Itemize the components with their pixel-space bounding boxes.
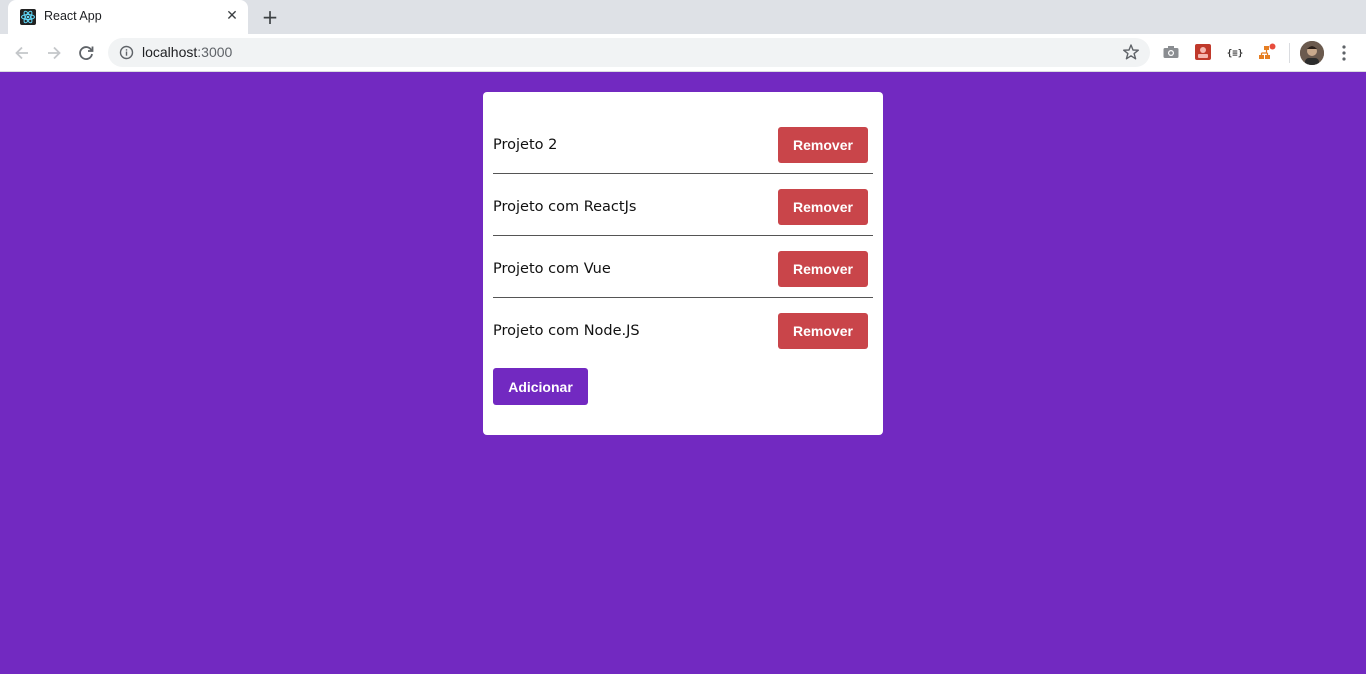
tab-title: React App [44, 9, 102, 23]
address-bar[interactable]: localhost:3000 [108, 38, 1150, 67]
projects-card: Projeto 2 Remover Projeto com ReactJs Re… [483, 92, 883, 435]
project-item: Projeto com ReactJs Remover [493, 174, 873, 236]
profile-avatar[interactable] [1300, 41, 1324, 65]
project-name: Projeto com Vue [493, 261, 611, 277]
back-arrow-icon[interactable] [11, 42, 33, 64]
remove-button[interactable]: Remover [778, 189, 868, 225]
url-port: :3000 [197, 44, 233, 60]
url-text: localhost:3000 [142, 44, 232, 60]
json-viewer-icon[interactable]: {≡} [1225, 42, 1245, 62]
kebab-menu-icon[interactable] [1336, 43, 1352, 63]
remove-button[interactable]: Remover [778, 313, 868, 349]
forward-arrow-icon[interactable] [43, 42, 65, 64]
remove-button[interactable]: Remover [778, 127, 868, 163]
browser-toolbar: localhost:3000 {≡} [0, 34, 1366, 72]
tab-strip: React App ✕ + [0, 0, 1366, 34]
tab-react-app[interactable]: React App ✕ [8, 0, 248, 34]
project-name: Projeto com ReactJs [493, 199, 637, 215]
project-list: Projeto 2 Remover Projeto com ReactJs Re… [493, 112, 873, 360]
add-project-button[interactable]: Adicionar [493, 368, 588, 405]
remove-button[interactable]: Remover [778, 251, 868, 287]
project-item: Projeto com Node.JS Remover [493, 298, 873, 360]
camera-icon[interactable] [1161, 42, 1181, 62]
bookmark-star-icon[interactable] [1122, 43, 1140, 61]
url-host: localhost [142, 44, 198, 60]
extension-sitemap-icon[interactable] [1257, 42, 1277, 62]
svg-text:{≡}: {≡} [1227, 49, 1243, 59]
project-name: Projeto com Node.JS [493, 323, 640, 339]
react-logo-icon [20, 9, 36, 25]
project-item: Projeto com Vue Remover [493, 236, 873, 298]
extension-red-icon[interactable] [1193, 42, 1213, 62]
toolbar-divider [1289, 43, 1290, 63]
reload-icon[interactable] [75, 42, 97, 64]
project-name: Projeto 2 [493, 137, 558, 153]
new-tab-button[interactable]: + [260, 7, 280, 27]
project-item: Projeto 2 Remover [493, 112, 873, 174]
close-tab-icon[interactable]: ✕ [224, 8, 240, 24]
info-icon[interactable] [119, 45, 134, 60]
